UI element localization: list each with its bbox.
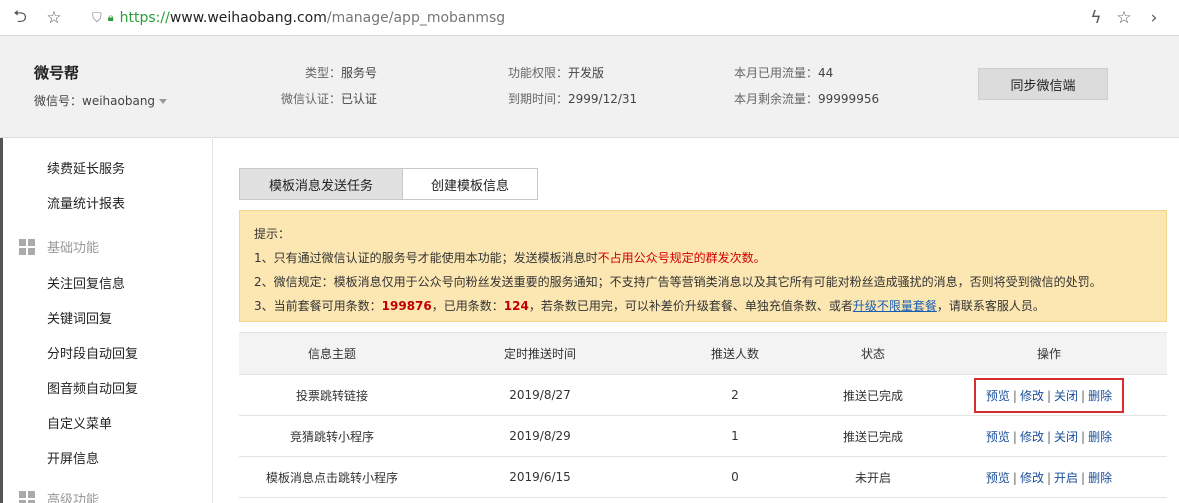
chevron-down-icon (159, 99, 168, 104)
account-name: 微号帮 (34, 64, 80, 82)
sidebar-item-media-reply[interactable]: 图音频自动回复 (47, 378, 138, 397)
sidebar-item-renew[interactable]: 续费延长服务 (47, 158, 125, 177)
row-subject: 竞猜跳转小程序 (239, 415, 425, 457)
browser-toolbar: ⮌ ☆ ⛉ 🔒︎ https://www.weihaobang.com/mana… (0, 0, 1179, 36)
sidebar-item-keyword-reply[interactable]: 关键词回复 (47, 308, 112, 327)
row-status: 未开启 (815, 456, 931, 498)
table-row: 竞猜跳转小程序 2019/8/29 1 推送已完成 预览 | 修改 | 关闭 | 删除 (239, 415, 1167, 457)
url-host: www.weihaobang.com (169, 10, 327, 26)
preview-link[interactable]: 预览 (986, 471, 1010, 485)
upgrade-unlimited-link[interactable]: 升级不限量套餐 (853, 299, 937, 313)
tab-create-template[interactable]: 创建模板信息 (403, 168, 538, 200)
back-icon[interactable]: ⮌ (8, 6, 32, 30)
sidebar-group-basic: 基础功能 (19, 237, 99, 256)
url-path: /manage/app_mobanmsg (326, 10, 506, 26)
available-count: 199876 (381, 299, 432, 313)
header-subject: 信息主题 (239, 332, 425, 375)
row-time: 2019/8/27 (425, 374, 655, 416)
edit-link[interactable]: 修改 (1020, 389, 1044, 403)
notice-line-2: 2、微信规定：模板消息仅用于公众号向粉丝发送重要的服务通知；不支持广告等营销类消… (254, 275, 1102, 289)
row-count: 1 (655, 415, 815, 457)
header-actions: 操作 (931, 332, 1167, 375)
enable-link[interactable]: 开启 (1054, 471, 1078, 485)
tab-send-tasks[interactable]: 模板消息发送任务 (239, 168, 403, 200)
sidebar-item-splash-info[interactable]: 开屏信息 (47, 448, 99, 467)
wechat-id-selector[interactable]: 微信号：weihaobang (34, 92, 168, 109)
account-permission: 功能权限：开发版 (508, 66, 605, 80)
traffic-used: 本月已用流量：44 (734, 66, 834, 80)
row-time: 2019/6/15 (425, 456, 655, 498)
sidebar-item-timed-reply[interactable]: 分时段自动回复 (47, 343, 138, 362)
account-expire: 到期时间：2999/12/31 (508, 92, 638, 106)
table-header-row: 信息主题 定时推送时间 推送人数 状态 操作 (239, 332, 1167, 375)
row-status: 推送已完成 (815, 415, 931, 457)
header-time: 定时推送时间 (425, 332, 655, 375)
account-verify: 微信认证：已认证 (281, 92, 378, 106)
close-link[interactable]: 关闭 (1054, 430, 1078, 444)
notice-line-1: 1、只有通过微信认证的服务号才能使用本功能；发送模板消息时不占用公众号规定的群发… (254, 251, 766, 265)
notice-title: 提示： (254, 227, 291, 241)
wechat-id-label: 微信号： (34, 94, 83, 108)
delete-link[interactable]: 删除 (1088, 471, 1112, 485)
delete-link[interactable]: 删除 (1088, 430, 1112, 444)
sync-wechat-button[interactable]: 同步微信端 (978, 68, 1108, 100)
used-count: 124 (503, 299, 529, 313)
more-chevron-icon[interactable]: › (1142, 6, 1166, 30)
row-status: 推送已完成 (815, 374, 931, 416)
bookmark-star-icon[interactable]: ☆ (1112, 6, 1136, 30)
sidebar-item-traffic-report[interactable]: 流量统计报表 (47, 193, 125, 212)
header-status: 状态 (815, 332, 931, 375)
table-row: 投票跳转链接 2019/8/27 2 推送已完成 预览 | 修改 | 关闭 | 删除 (239, 374, 1167, 416)
url-scheme: https:// (119, 10, 170, 26)
highlighted-actions-box: 预览 | 修改 | 关闭 | 删除 (973, 377, 1125, 413)
row-actions: 预览 | 修改 | 开启 | 删除 (931, 456, 1167, 498)
favorite-star-icon[interactable]: ☆ (42, 6, 66, 30)
lock-icon: 🔒︎ (107, 11, 114, 24)
edit-link[interactable]: 修改 (1020, 471, 1044, 485)
row-subject: 模板消息点击跳转小程序 (239, 456, 425, 498)
notice-box: 提示： 1、只有通过微信认证的服务号才能使用本功能；发送模板消息时不占用公众号规… (239, 210, 1167, 322)
close-link[interactable]: 关闭 (1054, 389, 1078, 403)
table-row: 模板消息点击跳转小程序 2019/6/15 0 未开启 预览 | 修改 | 开启 | 删除 (239, 456, 1167, 498)
sidebar-item-follow-reply[interactable]: 关注回复信息 (47, 273, 125, 292)
grid-icon (19, 238, 35, 255)
wechat-id-value: weihaobang (82, 94, 156, 108)
edit-link[interactable]: 修改 (1020, 430, 1044, 444)
row-actions: 预览 | 修改 | 关闭 | 删除 (931, 374, 1167, 416)
sidebar-group-advanced: 高级功能 (19, 489, 99, 503)
template-task-table: 信息主题 定时推送时间 推送人数 状态 操作 投票跳转链接 2019/8/27 … (239, 332, 1167, 498)
tab-bar: 模板消息发送任务 创建模板信息 (239, 168, 538, 200)
row-actions: 预览 | 修改 | 关闭 | 删除 (931, 415, 1167, 457)
address-bar[interactable]: ⛉ 🔒︎ https://www.weihaobang.com/manage/a… (92, 8, 505, 28)
delete-link[interactable]: 删除 (1088, 389, 1112, 403)
sidebar-item-custom-menu[interactable]: 自定义菜单 (47, 413, 112, 432)
grid-icon (19, 490, 35, 503)
row-subject: 投票跳转链接 (239, 374, 425, 416)
notice-line-3: 3、当前套餐可用条数：199876，已用条数：124，若条数已用完，可以补差价升… (254, 299, 1045, 313)
header-count: 推送人数 (655, 332, 815, 375)
account-header: 微号帮 微信号：weihaobang 类型：服务号 微信认证：已认证 功能权限：… (0, 36, 1179, 138)
lightning-icon[interactable]: ϟ (1084, 6, 1108, 30)
shield-icon: ⛉ (92, 10, 102, 26)
preview-link[interactable]: 预览 (986, 389, 1010, 403)
account-type: 类型：服务号 (305, 66, 378, 80)
preview-link[interactable]: 预览 (986, 430, 1010, 444)
sidebar: 续费延长服务 流量统计报表 基础功能 关注回复信息 关键词回复 分时段自动回复 … (3, 139, 213, 503)
row-time: 2019/8/29 (425, 415, 655, 457)
traffic-remaining: 本月剩余流量：99999956 (734, 92, 880, 106)
row-count: 0 (655, 456, 815, 498)
row-count: 2 (655, 374, 815, 416)
